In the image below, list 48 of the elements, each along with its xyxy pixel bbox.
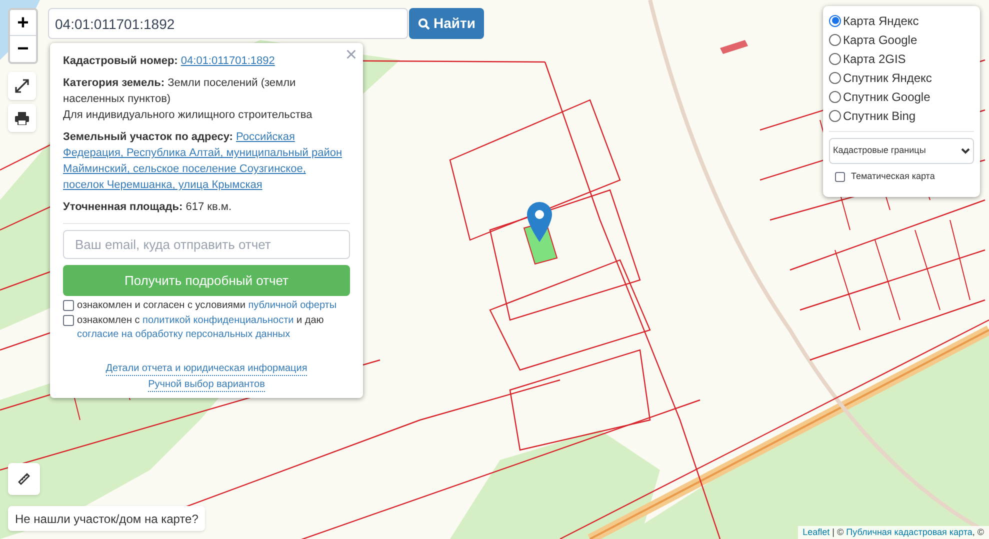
email-field[interactable]: Ваш email, куда отправить отчет [63,230,350,259]
attribution-link[interactable]: Leaflet [802,527,830,537]
consent-text: ознакомлен с политикой конфиденциальности и даю согласие на обработку персональных данных [77,314,325,342]
info-field: Земельный участок по адресу: Российская Федерация, Республика Алтай, муниципальный район Майминский, сельское поселение Соузгинское, поселок Черемшанка, улица Крымская [63,129,346,193]
radio-label[interactable]: Спутник Яндекс [843,68,932,86]
checkbox[interactable] [63,300,74,311]
radio-label[interactable]: Карта 2GIS [843,50,906,68]
expand-icon [15,79,29,93]
attribution-link[interactable]: Публичная кадастровая карта [846,527,972,537]
map-marker-icon[interactable] [527,202,552,242]
checkbox[interactable] [63,315,74,326]
info-field: Уточненная площадь: 617 кв.м. [63,199,346,215]
consent-link[interactable]: публичной оферты [248,300,337,311]
radio-label[interactable]: Спутник Google [843,88,930,106]
not-found-button[interactable]: Не нашли участок/дом на карте? [8,506,206,531]
radio-button[interactable] [829,14,841,26]
radio-button[interactable] [829,34,841,46]
printer-icon [15,112,29,124]
dotted-link[interactable]: Ручной выбор вариантов [148,378,265,392]
find-button[interactable]: Найти [409,8,484,39]
overlay-dropdown[interactable]: Кадастровые границы [829,138,974,164]
radio-label[interactable]: Спутник Bing [843,106,916,124]
search-field[interactable]: 04:01:011701:1892 [48,8,408,39]
consent-text: ознакомлен и согласен с условиями публичной оферты [77,299,337,313]
radio-label[interactable]: Карта Google [843,30,918,48]
fullscreen-button[interactable] [8,72,36,100]
info-field: Кадастровый номер: 04:01:011701:1892 [63,53,346,69]
radio-button[interactable] [829,110,841,122]
dotted-link[interactable]: Детали отчета и юридическая информация [106,362,308,376]
radio-label[interactable]: Карта Яндекс [843,12,919,30]
radio-button[interactable] [829,90,841,102]
ruler-button[interactable] [8,463,40,495]
dropdown-value: Кадастровые границы [833,144,926,158]
checkbox-label[interactable]: Тематическая карта [851,170,935,184]
chevron-down-icon [961,148,970,154]
search-icon [418,18,430,30]
radio-button[interactable] [829,72,841,84]
consent-link[interactable]: политикой конфиденциальности [142,315,294,326]
ruler-icon [17,472,31,486]
print-button[interactable] [8,104,36,132]
info-field: Категория земель: Земли поселений (земли населенных пунктов) [63,75,346,107]
consent-link[interactable]: согласие на обработку персональных данных [77,329,290,340]
attribution-text: Leaflet | © Публичная кадастровая карта, © [798,526,989,539]
zoom-out-button[interactable]: − [10,36,36,62]
checkbox[interactable] [835,172,845,182]
info-text: Для индивидуального жилищного строительства [63,108,314,123]
radio-button[interactable] [829,52,841,64]
zoom-in-button[interactable]: + [10,10,36,36]
